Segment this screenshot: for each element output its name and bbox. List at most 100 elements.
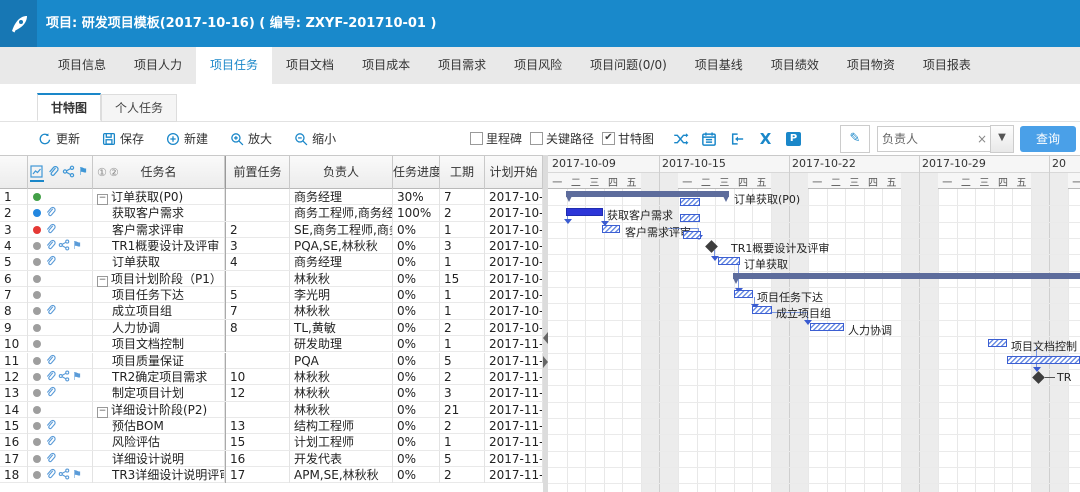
- flag-icon[interactable]: ⚑: [72, 239, 85, 252]
- task-bar[interactable]: [988, 339, 1007, 347]
- main-tab-12[interactable]: 项目报表: [909, 47, 985, 84]
- share-icon[interactable]: [58, 468, 71, 481]
- task-bar[interactable]: [810, 323, 844, 331]
- column-header-5[interactable]: 负责人: [290, 156, 393, 189]
- toolbar-button-4[interactable]: 放大: [230, 130, 272, 147]
- column-header-7[interactable]: 工期: [440, 156, 485, 189]
- paperclip-icon[interactable]: [44, 223, 57, 236]
- column-header-1[interactable]: [0, 156, 28, 189]
- main-tab-4[interactable]: 项目文档: [272, 47, 348, 84]
- export-icon[interactable]: [729, 130, 746, 147]
- table-row-12[interactable]: 12⚑TR2确定项目需求10林秋秋0%22017-11-02: [0, 369, 543, 385]
- share-icon[interactable]: [58, 239, 71, 252]
- toolbar-button-3[interactable]: 新建: [166, 130, 208, 147]
- paperclip-icon[interactable]: [44, 435, 57, 448]
- table-row-2[interactable]: 2获取客户需求商务工程师,商务经理100%22017-10-10: [0, 205, 543, 221]
- table-row-7[interactable]: 7项目任务下达5李光明0%12017-10-19: [0, 287, 543, 303]
- main-tab-5[interactable]: 项目成本: [348, 47, 424, 84]
- task-bar[interactable]: [602, 225, 620, 233]
- sub-tab-1[interactable]: 甘特图: [37, 93, 101, 121]
- table-row-4[interactable]: 4⚑TR1概要设计及评审3PQA,SE,林秋秋0%32017-10-13: [0, 238, 543, 254]
- table-row-15[interactable]: 15预估BOM13结构工程师0%22017-11-09: [0, 418, 543, 434]
- table-row-18[interactable]: 18⚑TR3详细设计说明评审17APM,SE,林秋秋0%22017-11-21: [0, 467, 543, 483]
- paperclip-icon[interactable]: [44, 419, 57, 432]
- table-row-13[interactable]: 13制定项目计划12林秋秋0%32017-11-06: [0, 385, 543, 401]
- task-bar[interactable]: [718, 257, 740, 265]
- collapse-icon[interactable]: −: [97, 194, 108, 205]
- dropdown-arrow-icon[interactable]: ▼: [990, 125, 1014, 153]
- table-row-10[interactable]: 10项目文档控制研发助理0%12017-11-01: [0, 336, 543, 352]
- main-tab-7[interactable]: 项目风险: [500, 47, 576, 84]
- summary-bar[interactable]: [733, 273, 1080, 279]
- calendar-icon[interactable]: [701, 130, 718, 147]
- owner-filter-input[interactable]: [877, 126, 974, 152]
- flag-icon[interactable]: ⚑: [78, 165, 88, 181]
- task-bar[interactable]: [752, 306, 772, 314]
- table-row-11[interactable]: 11项目质量保证PQA0%52017-11-02: [0, 353, 543, 369]
- main-tab-6[interactable]: 项目需求: [424, 47, 500, 84]
- checkbox-box-icon[interactable]: ✔: [602, 132, 615, 145]
- table-row-8[interactable]: 8成立项目组7林秋秋0%12017-10-20: [0, 303, 543, 319]
- task-bar[interactable]: [734, 290, 753, 298]
- clear-filter-icon[interactable]: ×: [974, 126, 990, 152]
- flag-icon[interactable]: ⚑: [72, 370, 85, 383]
- baseline-bar[interactable]: [683, 231, 701, 239]
- paperclip-icon[interactable]: [44, 239, 57, 252]
- search-button[interactable]: 查询: [1020, 126, 1076, 152]
- row-number: 18: [0, 467, 28, 483]
- collapse-icon[interactable]: −: [97, 276, 108, 287]
- toolbar-button-1[interactable]: 更新: [38, 130, 80, 147]
- toolbar-button-5[interactable]: 缩小: [294, 130, 336, 147]
- table-row-5[interactable]: 5订单获取4商务经理0%12017-10-18: [0, 254, 543, 270]
- table-row-6[interactable]: 6−项目计划阶段（P1）林秋秋0%152017-10-19: [0, 271, 543, 287]
- shuffle-icon[interactable]: [673, 130, 690, 147]
- main-tab-3[interactable]: 项目任务: [196, 47, 272, 84]
- checkbox-box-icon[interactable]: [530, 132, 543, 145]
- main-tab-9[interactable]: 项目基线: [681, 47, 757, 84]
- project-icon[interactable]: P: [785, 130, 802, 147]
- column-header-8[interactable]: 计划开始: [485, 156, 543, 189]
- checkbox-box-icon[interactable]: [470, 132, 483, 145]
- main-tab-2[interactable]: 项目人力: [120, 47, 196, 84]
- paperclip-icon[interactable]: [44, 304, 57, 317]
- table-row-9[interactable]: 9人力协调8TL,黄敏0%22017-10-23: [0, 320, 543, 336]
- collapse-icon[interactable]: −: [97, 407, 108, 418]
- edit-filter-button[interactable]: ✎: [840, 125, 870, 153]
- summary-bar[interactable]: [566, 191, 729, 197]
- share-icon[interactable]: [58, 370, 71, 383]
- table-row-16[interactable]: 16风险评估15计划工程师0%12017-11-13: [0, 434, 543, 450]
- main-tab-10[interactable]: 项目绩效: [757, 47, 833, 84]
- task-bar[interactable]: [1007, 356, 1080, 364]
- sub-tab-2[interactable]: 个人任务: [101, 94, 177, 122]
- checkbox-2[interactable]: 关键路径: [530, 130, 594, 147]
- baseline-bar[interactable]: [680, 198, 700, 206]
- flag-icon[interactable]: ⚑: [72, 468, 85, 481]
- main-tab-8[interactable]: 项目问题(0/0): [576, 47, 681, 84]
- main-tab-1[interactable]: 项目信息: [44, 47, 120, 84]
- table-row-14[interactable]: 14−详细设计阶段(P2)林秋秋0%212017-11-09: [0, 402, 543, 418]
- paperclip-icon[interactable]: [44, 370, 57, 383]
- excel-icon[interactable]: X: [757, 130, 774, 147]
- task-bar[interactable]: [566, 208, 603, 216]
- baseline-bar[interactable]: [680, 214, 700, 222]
- paperclip-icon[interactable]: [44, 206, 57, 219]
- paperclip-icon[interactable]: [44, 255, 57, 268]
- paperclip-icon[interactable]: [44, 452, 57, 465]
- paperclip-icon[interactable]: [46, 165, 59, 181]
- paperclip-icon[interactable]: [44, 468, 57, 481]
- column-header-4[interactable]: 前置任务: [225, 156, 290, 189]
- share-icon[interactable]: [62, 165, 75, 181]
- checkbox-1[interactable]: 里程碑: [470, 130, 522, 147]
- table-row-3[interactable]: 3客户需求评审2SE,商务工程师,商务经理0%12017-10-12: [0, 222, 543, 238]
- task-name-cell: 人力协调: [93, 320, 225, 336]
- chart-icon[interactable]: [30, 165, 43, 181]
- bar-label: 获取客户需求: [607, 207, 673, 223]
- main-tab-11[interactable]: 项目物资: [833, 47, 909, 84]
- table-row-1[interactable]: 1−订单获取(P0)商务经理30%72017-10-10: [0, 189, 543, 205]
- paperclip-icon[interactable]: [44, 354, 57, 367]
- table-row-17[interactable]: 17详细设计说明16开发代表0%52017-11-14: [0, 451, 543, 467]
- toolbar-button-2[interactable]: 保存: [102, 130, 144, 147]
- column-header-6[interactable]: 任务进度: [393, 156, 440, 189]
- checkbox-3[interactable]: ✔甘特图: [602, 130, 654, 147]
- paperclip-icon[interactable]: [44, 386, 57, 399]
